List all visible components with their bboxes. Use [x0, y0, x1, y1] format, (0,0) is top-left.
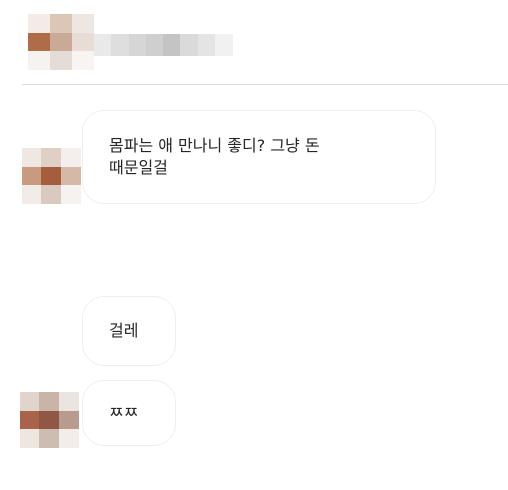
message-text: 몸파는 애 만나니 좋디? 그냥 돈 때문일걸 — [109, 136, 320, 177]
mosaic-pixel — [94, 34, 112, 56]
mosaic-pixel — [128, 34, 147, 56]
header-divider — [22, 84, 508, 85]
mosaic-pixel — [58, 392, 79, 411]
mosaic-pixel — [20, 410, 40, 430]
message-bubble[interactable]: 걸레 — [82, 296, 176, 366]
chat-header — [0, 0, 508, 84]
mosaic-pixel — [72, 14, 94, 33]
mosaic-pixel — [60, 185, 81, 205]
mosaic-pixel — [58, 429, 79, 449]
mosaic-pixel — [214, 34, 233, 56]
mosaic-pixel — [145, 34, 164, 56]
header-username-blurred[interactable] — [94, 34, 233, 56]
mosaic-pixel — [111, 34, 130, 56]
mosaic-pixel — [20, 392, 40, 411]
mosaic-pixel — [60, 166, 81, 186]
mosaic-pixel — [41, 166, 62, 186]
mosaic-pixel — [22, 148, 42, 167]
mosaic-pixel — [22, 185, 42, 205]
mosaic-pixel — [58, 410, 79, 430]
mosaic-pixel — [50, 14, 72, 33]
mosaic-pixel — [39, 392, 60, 411]
sender-avatar[interactable] — [20, 392, 79, 449]
mosaic-pixel — [60, 148, 81, 167]
mosaic-pixel — [41, 185, 62, 205]
mosaic-pixel — [28, 51, 50, 71]
mosaic-pixel — [39, 410, 60, 430]
header-avatar[interactable] — [28, 14, 94, 71]
mosaic-pixel — [39, 429, 60, 449]
mosaic-pixel — [50, 51, 72, 71]
sender-avatar[interactable] — [22, 148, 81, 205]
mosaic-pixel — [197, 34, 216, 56]
message-text: 걸레 — [109, 321, 139, 340]
mosaic-pixel — [50, 32, 72, 52]
mosaic-pixel — [163, 34, 181, 56]
message-bubble[interactable]: 몸파는 애 만나니 좋디? 그냥 돈 때문일걸 — [82, 110, 436, 204]
mosaic-pixel — [72, 32, 94, 52]
mosaic-pixel — [22, 166, 42, 186]
message-bubble[interactable]: ㅉㅉ — [82, 380, 176, 446]
mosaic-pixel — [180, 34, 199, 56]
mosaic-pixel — [20, 429, 40, 449]
mosaic-pixel — [72, 51, 94, 71]
mosaic-pixel — [41, 148, 62, 167]
message-text: ㅉㅉ — [109, 403, 139, 422]
mosaic-pixel — [28, 32, 50, 52]
mosaic-pixel — [28, 14, 50, 33]
